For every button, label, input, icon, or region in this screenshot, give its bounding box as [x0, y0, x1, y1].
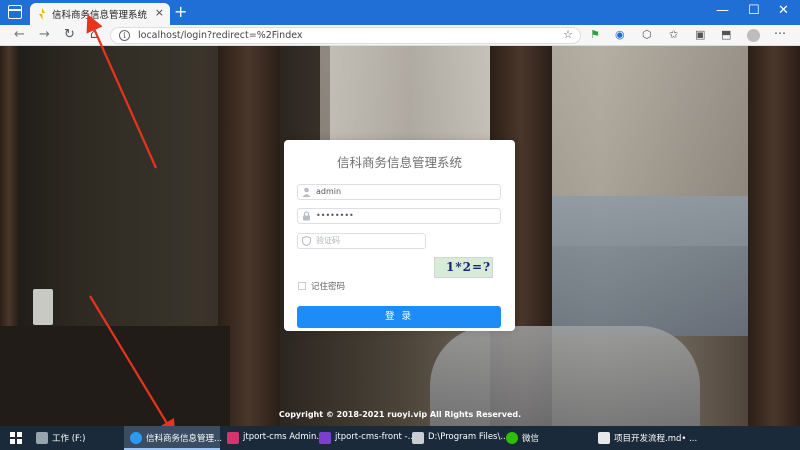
reload-button[interactable]: ↻ — [64, 26, 75, 44]
browser-toolbar: ← → ↻ ⌂ i localhost/login?redirect=%2Fin… — [0, 25, 800, 46]
typora-icon — [598, 432, 610, 444]
taskbar-item-label: D:\Program Files\... — [428, 432, 509, 442]
extensions-icon[interactable]: ⬡ — [642, 28, 652, 42]
address-bar[interactable]: i localhost/login?redirect=%2Findex ☆ — [110, 27, 581, 44]
captcha-input[interactable]: 验证码 — [297, 233, 426, 249]
tab-close-icon[interactable]: × — [155, 6, 164, 20]
edge-icon — [130, 432, 142, 444]
username-value[interactable]: admin — [316, 186, 341, 198]
login-card: 信科商务信息管理系统 admin •••••••• 验证码 1*2=? 记住密码… — [284, 140, 515, 331]
login-page-background: 信科商务信息管理系统 admin •••••••• 验证码 1*2=? 记住密码… — [0, 46, 800, 426]
copyright-text: Copyright © 2018-2021 ruoyi.vip All Righ… — [278, 410, 522, 419]
drive-icon — [36, 432, 48, 444]
taskbar-item-label: 信科商务信息管理... — [146, 434, 223, 444]
browser-tab-strip: 信科商务信息管理系统 × + — ☐ ✕ — [0, 0, 800, 25]
login-button[interactable]: 登 录 — [297, 306, 501, 328]
password-field[interactable]: •••••••• — [297, 208, 501, 224]
tab-active[interactable]: 信科商务信息管理系统 × — [30, 3, 170, 25]
url-text[interactable]: localhost/login?redirect=%2Findex — [138, 30, 303, 41]
read-aloud-icon[interactable]: ◉ — [615, 28, 625, 42]
taskbar-item-typora[interactable]: 项目开发流程.md• ... — [592, 426, 697, 450]
back-button[interactable]: ← — [14, 26, 25, 44]
tab-actions-icon[interactable] — [8, 5, 22, 19]
forward-button[interactable]: → — [39, 26, 50, 44]
new-tab-button[interactable]: + — [174, 3, 187, 21]
favorites-icon[interactable]: ✩ — [669, 28, 678, 42]
captcha-placeholder: 验证码 — [316, 236, 340, 245]
lock-icon — [303, 211, 310, 221]
home-button[interactable]: ⌂ — [90, 26, 98, 44]
site-info-icon[interactable]: i — [119, 30, 130, 41]
remember-password-label[interactable]: 记住密码 — [311, 280, 345, 292]
taskbar-item-label: 工作 (F:) — [52, 434, 86, 444]
collections-icon[interactable]: ▣ — [695, 28, 705, 42]
taskbar-item-wechat[interactable]: 微信 — [500, 426, 590, 450]
close-window-button[interactable]: ✕ — [778, 2, 789, 20]
window-frame-right — [748, 46, 800, 426]
windows-start-icon[interactable] — [10, 432, 22, 444]
intellij-icon — [227, 432, 239, 444]
intellij-icon — [319, 432, 331, 444]
wechat-icon — [506, 432, 518, 444]
site-favicon-icon — [39, 8, 45, 20]
maximize-button[interactable]: ☐ — [748, 2, 760, 20]
taskbar-item-label: 项目开发流程.md• ... — [614, 434, 698, 444]
taskbar-item-label: jtport-cms-front -... — [335, 432, 416, 442]
taskbar-item-explorer[interactable]: D:\Program Files\... — [406, 426, 508, 450]
profile-avatar[interactable] — [747, 29, 760, 42]
cup — [33, 289, 53, 325]
taskbar-item-label: 微信 — [522, 434, 540, 444]
add-favorite-icon[interactable]: ☆ — [563, 28, 573, 41]
sea-view — [550, 196, 750, 336]
taskbar: 工作 (F:) 信科商务信息管理... jtport-cms Admin... … — [0, 426, 800, 450]
shield-icon — [302, 236, 311, 246]
extension-green-icon[interactable]: ⚑ — [590, 28, 600, 42]
taskbar-item-edge[interactable]: 信科商务信息管理... — [124, 426, 223, 450]
taskbar-item-idea-front[interactable]: jtport-cms-front -... — [313, 426, 416, 450]
remember-password-checkbox[interactable] — [298, 282, 306, 290]
folder-window-icon — [412, 432, 424, 444]
user-icon — [302, 187, 311, 197]
minimize-button[interactable]: — — [716, 2, 729, 20]
tab-title: 信科商务信息管理系统 — [52, 10, 148, 21]
taskbar-item-idea-admin[interactable]: jtport-cms Admin... — [221, 426, 324, 450]
captcha-text: 1*2=? — [446, 260, 492, 274]
login-title: 信科商务信息管理系统 — [336, 155, 462, 170]
password-value[interactable]: •••••••• — [316, 210, 354, 222]
username-field[interactable]: admin — [297, 184, 501, 200]
captcha-image[interactable]: 1*2=? — [434, 257, 493, 278]
taskbar-item-drive[interactable]: 工作 (F:) — [30, 426, 122, 450]
menu-icon[interactable]: ⋯ — [774, 26, 786, 40]
share-icon[interactable]: ⬒ — [721, 28, 731, 42]
